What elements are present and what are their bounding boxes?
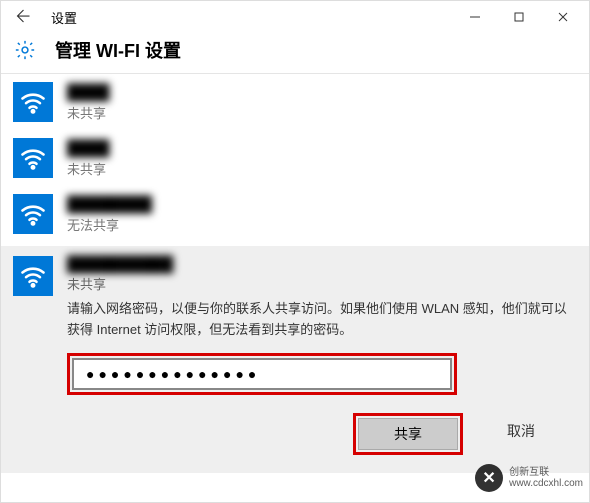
gear-icon [13, 38, 37, 62]
network-name: ████ [67, 84, 110, 101]
watermark: ✕ 创新互联 www.cdcxhl.com [475, 464, 583, 492]
window-controls [453, 3, 585, 31]
page-header: 管理 WI-FI 设置 [1, 33, 589, 73]
network-name: ████ [67, 140, 110, 157]
network-item[interactable]: ████ 未共享 [13, 74, 577, 130]
share-description: 请输入网络密码，以便与你的联系人共享访问。如果他们使用 WLAN 感知，他们就可… [67, 299, 569, 341]
selected-network-status: 未共享 [67, 274, 569, 293]
network-item[interactable]: ████████ 无法共享 [13, 186, 577, 242]
minimize-icon[interactable] [453, 3, 497, 31]
wifi-icon [13, 256, 53, 296]
window-title: 设置 [51, 8, 77, 27]
selected-network-panel: ██████████ 未共享 请输入网络密码，以便与你的联系人共享访问。如果他们… [1, 246, 589, 473]
page-title: 管理 WI-FI 设置 [55, 37, 181, 63]
network-status: 未共享 [67, 103, 110, 122]
watermark-url: www.cdcxhl.com [509, 478, 583, 489]
watermark-text: 创新互联 [509, 467, 583, 478]
watermark-logo-icon: ✕ [475, 464, 503, 492]
wifi-icon [13, 82, 53, 122]
selected-network-name: ██████████ [67, 256, 569, 273]
network-status: 无法共享 [67, 215, 152, 234]
cancel-button[interactable]: 取消 [481, 413, 561, 449]
password-highlight [67, 353, 457, 395]
network-item[interactable]: ████ 未共享 [13, 130, 577, 186]
wifi-icon [13, 194, 53, 234]
maximize-icon[interactable] [497, 3, 541, 31]
network-status: 未共享 [67, 159, 110, 178]
share-button-highlight: 共享 [353, 413, 463, 455]
network-name: ████████ [67, 196, 152, 213]
back-arrow-icon[interactable] [13, 7, 37, 28]
wifi-icon [13, 138, 53, 178]
window-titlebar: 设置 [1, 1, 589, 33]
password-input[interactable] [72, 358, 452, 390]
close-icon[interactable] [541, 3, 585, 31]
share-button[interactable]: 共享 [358, 418, 458, 450]
